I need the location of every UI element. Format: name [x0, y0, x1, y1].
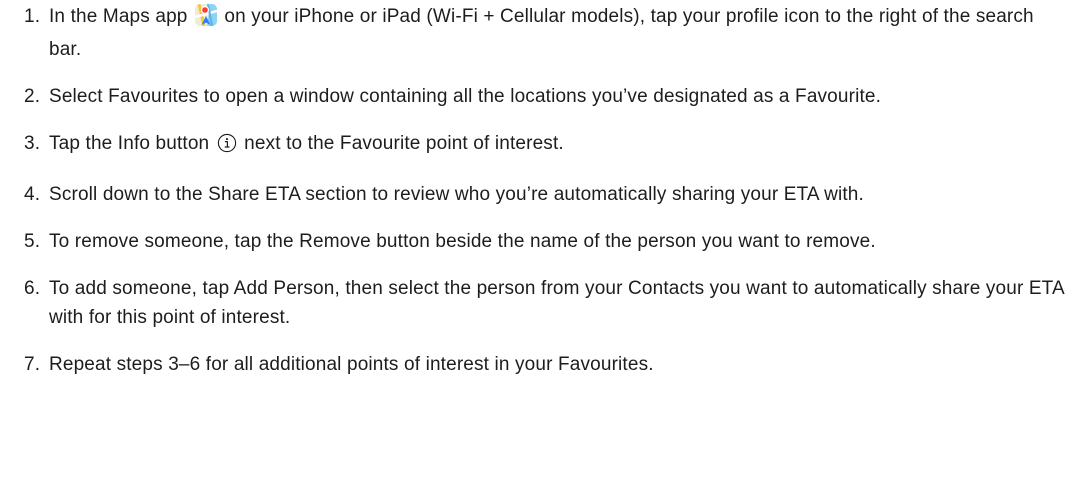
instruction-steps: 1. In the Maps app on your iPhone or iPa…: [0, 2, 1081, 379]
step-number: 7.: [24, 354, 41, 375]
step-text: Repeat steps 3–6 for all additional poin…: [49, 354, 654, 375]
step-number: 6.: [24, 278, 41, 299]
step-number: 4.: [24, 184, 41, 205]
step-text-before-icon: In the Maps app: [49, 6, 188, 27]
step-number: 3.: [24, 133, 41, 154]
step-text: To remove someone, tap the Remove button…: [49, 231, 876, 252]
step-5: 5. To remove someone, tap the Remove but…: [0, 227, 1081, 256]
step-number: 2.: [24, 86, 41, 107]
step-4: 4. Scroll down to the Share ETA section …: [0, 180, 1081, 209]
step-text: In the Maps app on your iPhone or iPad (…: [49, 2, 1069, 64]
step-7: 7. Repeat steps 3–6 for all additional p…: [0, 350, 1081, 379]
step-1: 1. In the Maps app on your iPhone or iPa…: [0, 2, 1081, 64]
step-text-before-icon: Tap the Info button: [49, 133, 210, 154]
step-number: 1.: [24, 6, 41, 27]
step-text: Select Favourites to open a window conta…: [49, 86, 882, 107]
step-text: Scroll down to the Share ETA section to …: [49, 184, 864, 205]
info-icon: [217, 133, 237, 162]
step-3: 3. Tap the Info button next to the Favou…: [0, 129, 1081, 162]
maps-app-icon: [194, 4, 217, 35]
step-2: 2. Select Favourites to open a window co…: [0, 82, 1081, 111]
step-text: Tap the Info button next to the Favourit…: [49, 129, 1069, 162]
step-text-after-icon: next to the Favourite point of interest.: [244, 133, 564, 154]
step-number: 5.: [24, 231, 41, 252]
step-text: To add someone, tap Add Person, then sel…: [49, 278, 1064, 328]
step-6: 6. To add someone, tap Add Person, then …: [0, 274, 1081, 332]
